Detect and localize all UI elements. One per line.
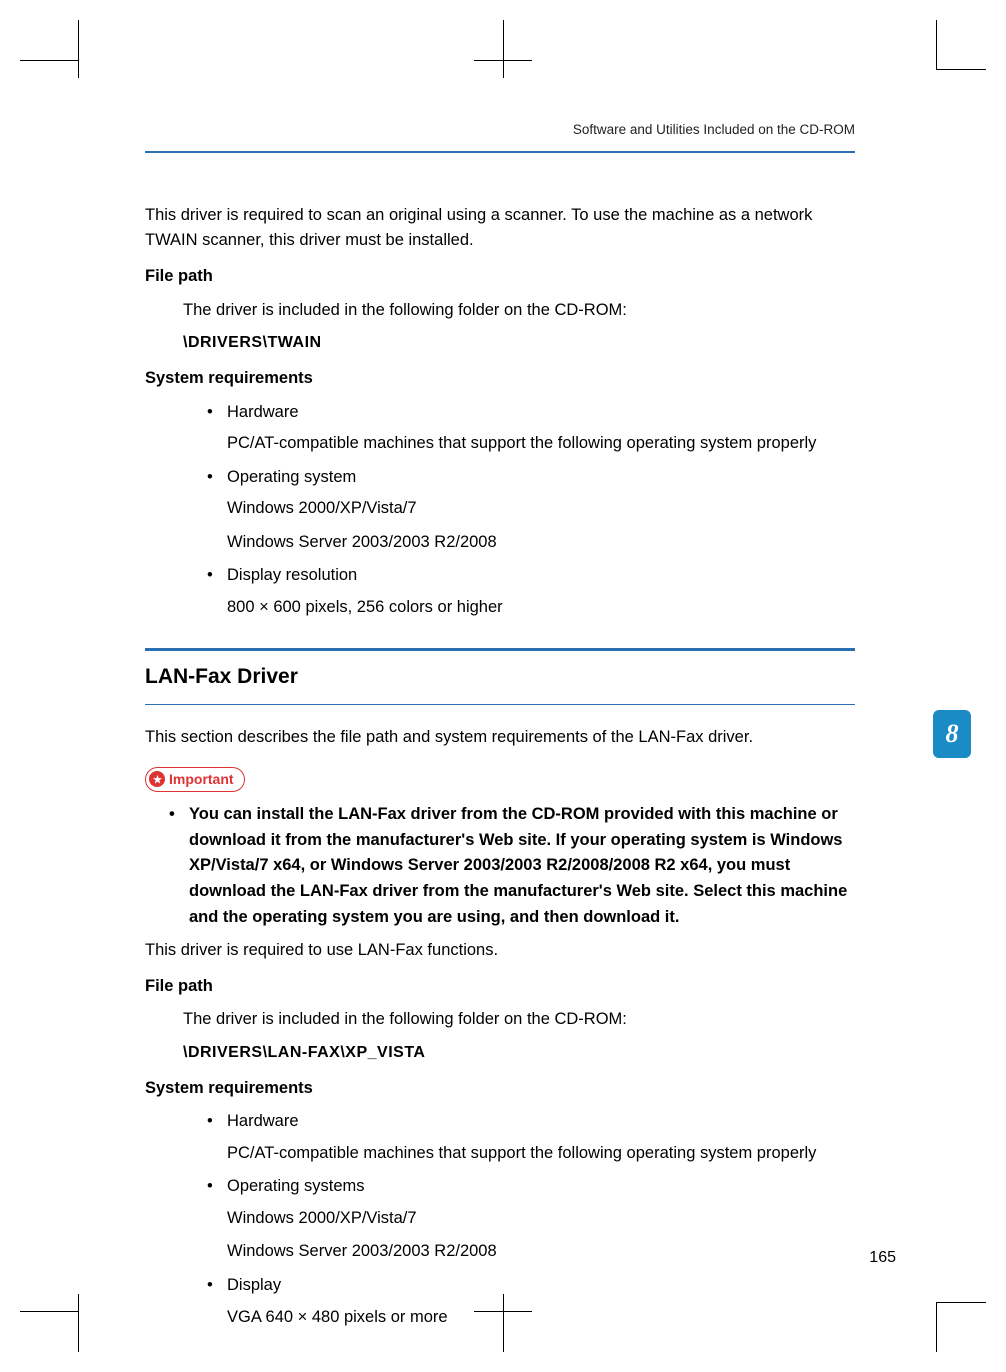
section-heading: LAN-Fax Driver: [145, 648, 855, 705]
list-item: You can install the LAN-Fax driver from …: [169, 802, 855, 930]
crop-mark: [20, 60, 78, 61]
twain-requirements-list: Display resolution: [207, 563, 855, 589]
crop-mark: [936, 1302, 986, 1352]
crop-mark: [503, 20, 504, 78]
lanfax-requirements-list: Hardware: [207, 1109, 855, 1135]
lanfax-display-text: VGA 640 × 480 pixels or more: [227, 1305, 855, 1331]
twain-hardware-text: PC/AT-compatible machines that support t…: [227, 431, 855, 457]
page-content: Software and Utilities Included on the C…: [145, 120, 855, 1338]
crop-mark: [78, 1294, 79, 1352]
crop-mark: [20, 1311, 78, 1312]
twain-os-line1: Windows 2000/XP/Vista/7: [227, 496, 855, 522]
lanfax-requirements-list: Operating systems: [207, 1174, 855, 1200]
twain-filepath-value: \DRIVERS\TWAIN: [183, 331, 855, 356]
lanfax-requirements-list: Display: [207, 1273, 855, 1299]
file-path-heading: File path: [145, 974, 855, 1000]
hardware-label: Hardware: [227, 403, 299, 421]
page-number: 165: [869, 1249, 896, 1267]
list-item: Operating systems: [207, 1174, 855, 1200]
lanfax-intro: This section describes the file path and…: [145, 725, 855, 751]
file-path-heading: File path: [145, 264, 855, 290]
list-item: Display resolution: [207, 563, 855, 589]
twain-intro: This driver is required to scan an origi…: [145, 203, 855, 254]
lanfax-os-line1: Windows 2000/XP/Vista/7: [227, 1206, 855, 1232]
crop-mark: [78, 20, 79, 78]
list-item: Operating system: [207, 465, 855, 491]
twain-filepath-text: The driver is included in the following …: [183, 298, 855, 324]
hardware-label: Hardware: [227, 1112, 299, 1130]
page: Software and Utilities Included on the C…: [0, 0, 1006, 1372]
display-label: Display: [227, 1276, 281, 1294]
running-header: Software and Utilities Included on the C…: [145, 120, 855, 153]
important-label: Important: [169, 769, 234, 791]
list-item: Hardware: [207, 400, 855, 426]
list-item: Display: [207, 1273, 855, 1299]
twain-requirements-list: Operating system: [207, 465, 855, 491]
display-label: Display resolution: [227, 566, 357, 584]
list-item: Hardware: [207, 1109, 855, 1135]
chapter-number: 8: [946, 719, 959, 749]
crop-mark: [936, 20, 986, 70]
twain-requirements-list: Hardware: [207, 400, 855, 426]
important-list: You can install the LAN-Fax driver from …: [169, 802, 855, 930]
lanfax-filepath-value: \DRIVERS\LAN-FAX\XP_VISTA: [183, 1041, 855, 1066]
lanfax-hardware-text: PC/AT-compatible machines that support t…: [227, 1141, 855, 1167]
twain-os-line2: Windows Server 2003/2003 R2/2008: [227, 530, 855, 556]
chapter-tab: 8: [933, 710, 971, 758]
lanfax-required-text: This driver is required to use LAN-Fax f…: [145, 938, 855, 964]
rule: [145, 704, 855, 705]
star-icon: [149, 771, 165, 787]
rule: [145, 648, 855, 651]
lanfax-filepath-text: The driver is included in the following …: [183, 1007, 855, 1033]
lanfax-os-line2: Windows Server 2003/2003 R2/2008: [227, 1239, 855, 1265]
important-badge: Important: [145, 767, 245, 793]
twain-display-text: 800 × 600 pixels, 256 colors or higher: [227, 595, 855, 621]
system-requirements-heading: System requirements: [145, 1076, 855, 1102]
important-text: You can install the LAN-Fax driver from …: [189, 805, 847, 925]
system-requirements-heading: System requirements: [145, 366, 855, 392]
os-label: Operating system: [227, 468, 356, 486]
lanfax-title: LAN-Fax Driver: [145, 653, 855, 702]
os-label: Operating systems: [227, 1177, 365, 1195]
